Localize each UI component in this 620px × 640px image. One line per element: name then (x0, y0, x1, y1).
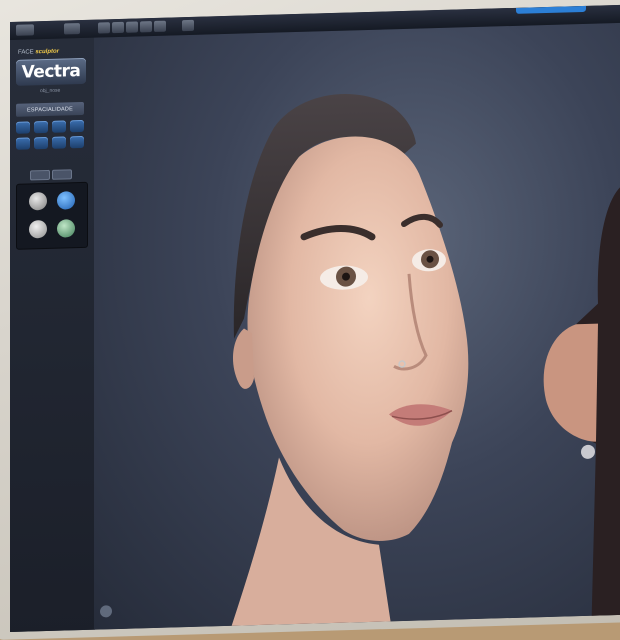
pan-icon[interactable] (126, 21, 138, 33)
sculpt-sphere-icon[interactable] (29, 191, 47, 211)
menu-icon[interactable] (16, 24, 34, 36)
view-icon[interactable] (98, 22, 110, 34)
tool-icon[interactable] (34, 120, 48, 134)
sculpt-icon[interactable] (100, 605, 112, 618)
tab-mode-1[interactable] (30, 169, 50, 181)
measure-icon[interactable] (154, 20, 166, 32)
tool-icon[interactable] (16, 121, 30, 134)
tool-icon[interactable] (70, 119, 84, 133)
tool-icon[interactable] (52, 136, 66, 149)
settings-icon[interactable] (182, 19, 194, 32)
tool-grid (16, 119, 86, 150)
left-panel: FACE sculptor Vectra obj_nose ESPACIALID… (10, 37, 95, 632)
title-accent (516, 5, 586, 14)
brand-line: FACE sculptor (18, 49, 59, 56)
person-silhouette (543, 182, 620, 632)
tool-icon[interactable] (34, 136, 48, 150)
tool-icon[interactable] (70, 135, 84, 149)
version-label: obj_nose (40, 87, 61, 95)
monitor-screen: FACE sculptor Vectra obj_nose ESPACIALID… (10, 4, 620, 632)
vectra-logo: Vectra (16, 57, 86, 86)
mode-tabs (20, 169, 80, 181)
3d-viewport[interactable] (94, 22, 620, 632)
tab-mode-2[interactable] (52, 169, 72, 180)
restore-icon[interactable] (57, 219, 75, 238)
tool-icon[interactable] (52, 120, 66, 133)
section-label[interactable]: ESPACIALIDADE (16, 101, 84, 117)
tool-icon[interactable] (16, 137, 30, 150)
brand-line-text: FACE (18, 49, 34, 56)
brush-icon[interactable] (57, 191, 75, 210)
sculpt-tools (16, 181, 88, 250)
smooth-icon[interactable] (29, 219, 47, 239)
rotate-icon[interactable] (112, 21, 124, 34)
zoom-icon[interactable] (140, 21, 152, 33)
logo-text: Vectra (21, 61, 81, 83)
brand-product: sculptor (35, 48, 60, 56)
window-icon[interactable] (64, 23, 80, 35)
face-model[interactable] (204, 81, 504, 632)
